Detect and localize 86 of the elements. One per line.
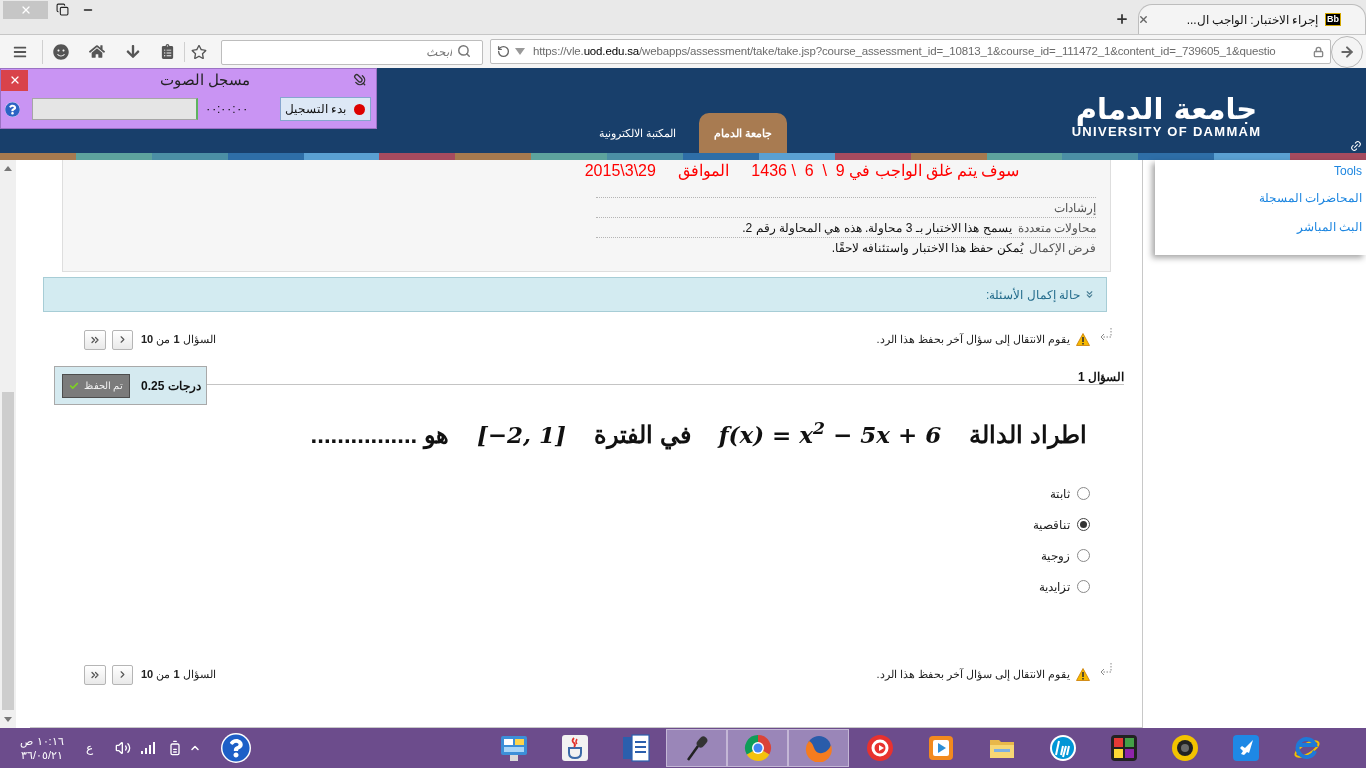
instruction-value: يسمح هذا الاختبار بـ 3 محاولة. هذه هي المحاولة رقم 2. <box>742 219 1012 237</box>
round-logo-icon <box>1048 734 1077 762</box>
globe-icon <box>804 734 833 762</box>
check-icon <box>68 380 79 391</box>
clipboard-icon <box>160 44 174 59</box>
scroll-down-arrow-icon[interactable] <box>4 717 12 722</box>
nav-tab[interactable]: جامعة الدمام <box>698 113 787 153</box>
next-question-button[interactable] <box>112 329 133 350</box>
instruction-label: محاولات متعددة <box>1017 219 1096 237</box>
go-forward-button[interactable] <box>1331 35 1363 68</box>
speaker-icon[interactable] <box>115 740 131 756</box>
radio-button[interactable] <box>1077 580 1090 593</box>
question-title: السؤال 1 <box>1077 369 1124 386</box>
ring-badge-icon <box>865 734 894 762</box>
menu-icon <box>12 44 28 59</box>
favicon: Bb <box>1325 13 1341 26</box>
puzzle-icon <box>1109 734 1138 762</box>
play-tile-icon <box>926 734 955 762</box>
tools-link[interactable]: Tools <box>1334 164 1362 178</box>
saved-button[interactable]: تم الحفظ <box>62 373 130 398</box>
recorder-title: مسجل الصوت <box>158 70 252 90</box>
radio-button[interactable] <box>1077 518 1090 531</box>
e-globe-icon <box>1292 734 1321 762</box>
save-notice-text: يقوم الانتقال إلى سؤال آخر بحفظ هذا الرد. <box>876 332 1070 348</box>
option-label: ثابتة <box>1050 485 1070 503</box>
help-icon[interactable] <box>221 733 251 763</box>
new-tab-button[interactable] <box>1115 12 1129 26</box>
points-text: 0.25 درجات <box>141 377 201 395</box>
home-icon <box>89 44 105 59</box>
segmented-ball-icon <box>743 734 772 762</box>
scrollbar-thumb[interactable] <box>2 392 14 710</box>
option-label: زوجية <box>1041 547 1070 565</box>
battery-icon[interactable] <box>167 740 183 756</box>
deadline-text: سوف يتم غلق الواجب في 9 \ 6 \ 1436 الموافق 29\3\2015 <box>583 161 1019 182</box>
close-tab-button[interactable] <box>1137 14 1149 25</box>
help-icon[interactable] <box>5 101 20 117</box>
scroll-up-arrow-icon[interactable] <box>4 166 12 171</box>
search-icon <box>457 44 471 58</box>
instruction-label: إرشادات <box>1054 199 1096 217</box>
double-chevron-down-icon <box>1084 289 1095 300</box>
document-icon <box>621 734 650 762</box>
clock-date: ٣٦/٠٥/٢١ <box>20 748 64 762</box>
tools-link[interactable]: البث المباشر <box>1296 220 1362 234</box>
restore-window-button[interactable] <box>56 3 69 16</box>
taskbar-app-button[interactable] <box>666 729 727 767</box>
reload-icon <box>497 45 510 58</box>
option-label: تزايدية <box>1039 578 1070 596</box>
logo-english-text: UNIVERSITY OF DAMMAM <box>1071 125 1262 139</box>
dashed-arrow-icon <box>1099 663 1114 678</box>
lock-icon <box>1313 45 1324 58</box>
option-label: تناقصية <box>1033 516 1070 534</box>
close-icon <box>1137 14 1149 25</box>
dropdown-triangle-icon <box>515 48 525 55</box>
star-icon <box>191 43 207 60</box>
signal-bars-icon[interactable] <box>141 742 155 754</box>
address-field[interactable]: https://vle.uod.edu.sa/webapps/assessment/take/take.jsp?course_assessment_id=_10813_1&course_id=_111472_1&content_id=_739605_1&questio <box>490 39 1331 64</box>
recording-time: ٠٠:٠٠:٠٠ <box>205 101 245 118</box>
dashed-arrow-icon <box>1099 328 1114 343</box>
warning-icon <box>1076 668 1090 681</box>
tools-link[interactable]: المحاضرات المسجلة <box>1258 191 1362 205</box>
scrollbar[interactable] <box>0 160 16 728</box>
last-question-button[interactable] <box>84 664 106 685</box>
language-indicator[interactable]: ع <box>86 739 93 757</box>
warning-icon <box>1076 333 1090 346</box>
rocket-icon <box>1231 734 1260 762</box>
gauge-window-icon <box>499 734 528 762</box>
radio-button[interactable] <box>1077 487 1090 500</box>
logo-arabic-text: جامعة الدمام <box>1075 95 1258 124</box>
completion-status-toggle[interactable]: حالة إكمال الأسئلة: <box>986 285 1095 304</box>
webcam-icon <box>1170 734 1199 762</box>
download-icon <box>126 44 140 59</box>
instruction-value: يُمكن حفظ هذا الاختبار واستئنافه لاحقًا. <box>831 239 1023 257</box>
next-question-button[interactable] <box>112 664 133 685</box>
clock-time: ١٠:١٦ ص <box>20 734 64 748</box>
url-text: https://vle.uod.edu.sa/webapps/assessment/take/take.jsp?course_assessment_id=_10813_1&course_id=_111472_1&content_id=_739605_1&questio <box>533 43 1276 59</box>
radio-button[interactable] <box>1077 549 1090 562</box>
coffee-cup-icon <box>560 734 589 762</box>
arrow-right-icon <box>1339 43 1355 60</box>
last-question-button[interactable] <box>84 329 106 350</box>
smiley-icon <box>53 43 69 60</box>
save-notice-text: يقوم الانتقال إلى سؤال آخر بحفظ هذا الرد. <box>876 667 1070 683</box>
nav-tab[interactable]: المكتبة الالكترونية <box>583 113 691 153</box>
record-button[interactable]: بدء التسجيل <box>280 97 371 121</box>
plus-icon <box>1115 12 1129 26</box>
restore-icon <box>56 3 69 16</box>
instruction-label: فرض الإكمال <box>1028 239 1096 257</box>
